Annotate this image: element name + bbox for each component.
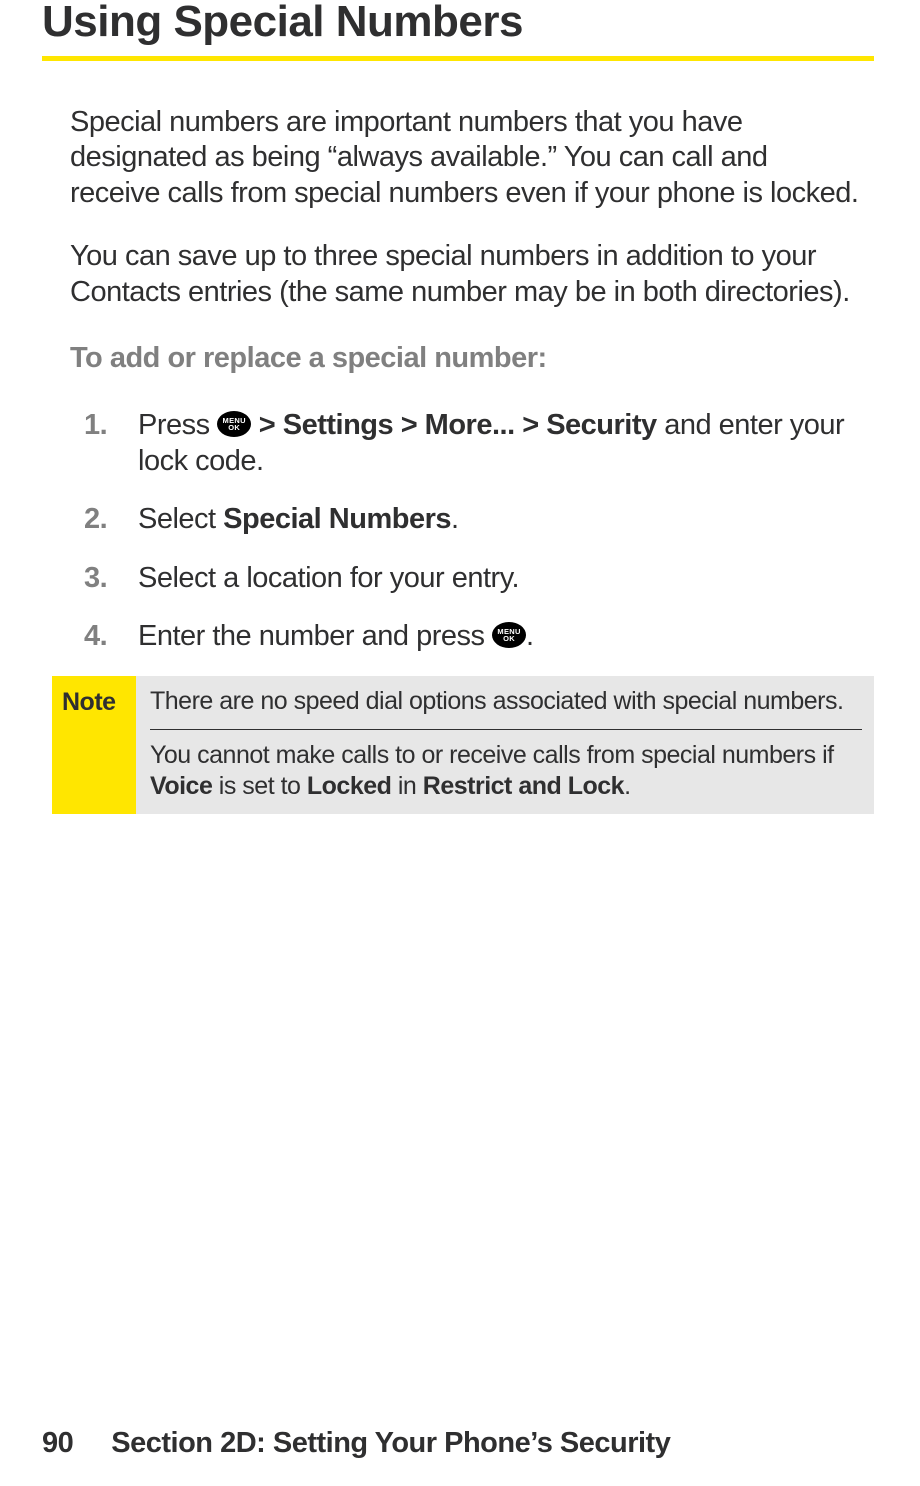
page-footer: 90 Section 2D: Setting Your Phone’s Secu… bbox=[42, 1427, 670, 1460]
step-text: Select Special Numbers. bbox=[138, 501, 864, 537]
step-item: 2. Select Special Numbers. bbox=[70, 501, 864, 537]
note-item-1: There are no speed dial options associat… bbox=[136, 676, 874, 729]
note-label: Note bbox=[52, 676, 136, 814]
intro-paragraph-1: Special numbers are important numbers th… bbox=[70, 105, 864, 211]
step-text-pre: Enter the number and press bbox=[138, 620, 492, 652]
page-number: 90 bbox=[42, 1427, 73, 1460]
icon-line-2: OK bbox=[503, 635, 515, 643]
step-number: 2. bbox=[70, 501, 138, 537]
step-number: 1. bbox=[70, 407, 138, 480]
step-item: 1. Press MENUOK > Settings > More... > S… bbox=[70, 407, 864, 480]
note-text: You cannot make calls to or receive call… bbox=[150, 741, 834, 769]
step-text-bold: > Settings > More... > Security bbox=[251, 409, 664, 441]
step-text-pre: Select bbox=[138, 503, 223, 535]
step-number: 4. bbox=[70, 618, 138, 654]
note-callout: Note There are no speed dial options ass… bbox=[52, 676, 874, 814]
step-text-pre: Press bbox=[138, 409, 217, 441]
step-text-post: . bbox=[451, 503, 459, 535]
note-bold: Locked bbox=[307, 772, 392, 800]
page-title: Using Special Numbers bbox=[42, 0, 874, 44]
note-text: is set to bbox=[212, 772, 307, 800]
document-page: Using Special Numbers Special numbers ar… bbox=[0, 0, 920, 1486]
step-list: 1. Press MENUOK > Settings > More... > S… bbox=[70, 407, 864, 654]
icon-line-2: OK bbox=[228, 424, 240, 432]
note-bold: Voice bbox=[150, 772, 212, 800]
step-text: Enter the number and press MENUOK. bbox=[138, 618, 864, 654]
footer-section-title: Section 2D: Setting Your Phone’s Securit… bbox=[111, 1427, 670, 1460]
note-body: There are no speed dial options associat… bbox=[136, 676, 874, 814]
step-text-post: . bbox=[526, 620, 534, 652]
step-text-bold: Special Numbers bbox=[223, 503, 451, 535]
procedure-heading: To add or replace a special number: bbox=[70, 342, 874, 375]
note-text: in bbox=[391, 772, 422, 800]
step-item: 4. Enter the number and press MENUOK. bbox=[70, 618, 864, 654]
step-text: Select a location for your entry. bbox=[138, 560, 864, 596]
note-bold: Restrict and Lock bbox=[423, 772, 624, 800]
note-item-2: You cannot make calls to or receive call… bbox=[136, 730, 874, 814]
menu-ok-icon: MENUOK bbox=[492, 622, 526, 648]
step-item: 3. Select a location for your entry. bbox=[70, 560, 864, 596]
step-number: 3. bbox=[70, 560, 138, 596]
menu-ok-icon: MENUOK bbox=[217, 411, 251, 437]
note-text: . bbox=[624, 772, 630, 800]
heading-underline bbox=[42, 56, 874, 61]
step-text: Press MENUOK > Settings > More... > Secu… bbox=[138, 407, 864, 480]
intro-paragraph-2: You can save up to three special numbers… bbox=[70, 239, 864, 310]
